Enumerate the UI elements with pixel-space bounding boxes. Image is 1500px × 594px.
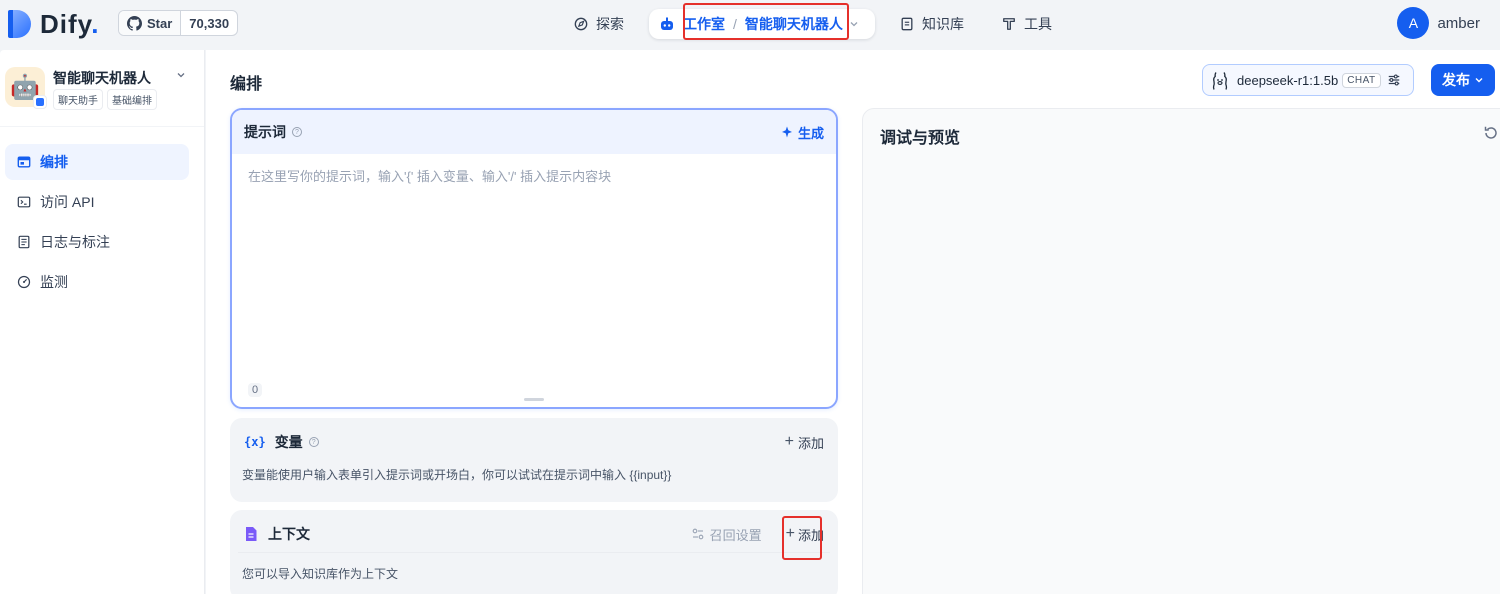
variables-description: 变量能使用户输入表单引入提示词或开场白，你可以试试在提示词中输入 {{input… xyxy=(242,468,672,482)
dashboard-icon xyxy=(17,275,31,289)
app-tag: 基础编排 xyxy=(107,89,157,110)
debug-title: 调试与预览 xyxy=(880,130,961,147)
app-name[interactable]: 智能聊天机器人 xyxy=(53,68,151,88)
sidebar-item-orchestrate[interactable]: 编排 xyxy=(5,144,189,180)
nav-explore-label: 探索 xyxy=(596,16,624,32)
sidebar-divider xyxy=(0,126,204,127)
sparkle-icon xyxy=(781,126,792,138)
dify-logo-icon xyxy=(8,10,32,38)
sidebar-item-label: 访问 API xyxy=(40,194,95,210)
github-star-button[interactable]: Star 70,330 xyxy=(118,10,239,36)
github-star-count: 70,330 xyxy=(189,15,230,31)
prompt-header: 提示词 ? 生成 xyxy=(232,110,836,154)
chevron-down-icon[interactable] xyxy=(176,70,186,80)
chat-app-badge-icon xyxy=(33,95,47,109)
generate-label: 生成 xyxy=(797,125,824,141)
sidebar: 🤖 智能聊天机器人 聊天助手 基础编排 编排 访问 API 日志与标注 监测 xyxy=(0,50,205,594)
layout-icon xyxy=(17,156,31,168)
robot-icon xyxy=(661,17,673,30)
plus-icon: + xyxy=(784,433,794,450)
sidebar-item-label: 日志与标注 xyxy=(40,234,110,250)
avatar: A xyxy=(1397,7,1430,39)
app-tag: 聊天助手 xyxy=(53,89,103,110)
user-name: amber xyxy=(1437,14,1480,32)
context-description: 您可以导入知识库作为上下文 xyxy=(242,567,399,581)
add-variable-button[interactable]: + 添加 xyxy=(785,433,824,452)
file-list-icon xyxy=(18,235,30,249)
publish-button[interactable]: 发布 xyxy=(1431,64,1495,96)
resize-handle[interactable] xyxy=(524,398,544,401)
app-tags: 聊天助手 基础编排 xyxy=(53,89,161,110)
sidebar-item-monitor[interactable]: 监测 xyxy=(5,264,189,300)
tool-icon xyxy=(1003,18,1015,30)
model-name: deepseek-r1:1.5b xyxy=(1237,72,1339,88)
highlight-box-add-context xyxy=(782,516,822,560)
top-nav-bar: Dify. Star 70,330 探索 工作室 / 智能聊天机器人 知识库 工… xyxy=(0,0,1500,48)
variables-title: 变量 xyxy=(274,434,303,450)
nav-tools[interactable]: 工具 xyxy=(992,9,1062,39)
add-variable-label: 添加 xyxy=(797,435,824,451)
prompt-placeholder: 在这里写你的提示词，输入'{' 插入变量、输入'/' 插入提示内容块 xyxy=(248,169,612,184)
dify-logo[interactable]: Dify. xyxy=(8,8,99,40)
variables-card: {x} 变量 ? + 添加 变量能使用户输入表单引入提示词或开场白，你可以试试在… xyxy=(230,418,838,502)
page-title: 编排 xyxy=(230,76,263,93)
brand-dot: . xyxy=(91,8,100,39)
prompt-textarea[interactable]: 在这里写你的提示词，输入'{' 插入变量、输入'/' 插入提示内容块 0 xyxy=(232,154,836,407)
settings-toggle-icon xyxy=(692,528,703,540)
generate-button[interactable]: 生成 xyxy=(781,123,824,142)
user-menu[interactable]: A amber xyxy=(1397,7,1480,39)
sidebar-item-label: 监测 xyxy=(40,274,68,290)
nav-knowledge-label: 知识库 xyxy=(922,16,964,32)
sidebar-item-label: 编排 xyxy=(40,154,68,170)
document-icon xyxy=(246,527,257,541)
sidebar-menu: 编排 访问 API 日志与标注 监测 xyxy=(5,144,189,304)
refresh-icon[interactable] xyxy=(1483,125,1499,141)
sidebar-item-logs[interactable]: 日志与标注 xyxy=(5,224,189,260)
variable-icon: {x} xyxy=(244,435,266,449)
nav-tools-label: 工具 xyxy=(1024,16,1052,32)
prompt-editor-card: 提示词 ? 生成 在这里写你的提示词，输入'{' 插入变量、输入'/' 插入提示… xyxy=(230,108,838,409)
chevron-down-icon xyxy=(1475,78,1483,83)
nav-explore[interactable]: 探索 xyxy=(564,9,634,39)
highlight-box-breadcrumb xyxy=(683,3,849,40)
github-star-label: Star xyxy=(147,15,173,31)
debug-preview-panel: 调试与预览 xyxy=(862,108,1500,594)
char-counter: 0 xyxy=(248,383,263,397)
book-icon xyxy=(901,17,913,31)
publish-label: 发布 xyxy=(1442,72,1470,88)
main-content: 编排 deepseek-r1:1.5b CHAT 发布 提示词 ? 生成 在这里… xyxy=(206,50,1500,594)
help-icon[interactable]: ? xyxy=(292,127,302,137)
help-icon[interactable]: ? xyxy=(308,437,319,447)
model-selector-button[interactable]: deepseek-r1:1.5b CHAT xyxy=(1202,64,1414,96)
model-mode-badge: CHAT xyxy=(1342,72,1381,88)
sidebar-item-api[interactable]: 访问 API xyxy=(5,184,189,220)
sliders-icon xyxy=(1388,74,1399,86)
chevron-down-icon[interactable] xyxy=(849,19,859,29)
llama-icon xyxy=(1212,72,1228,90)
recall-settings-label: 召回设置 xyxy=(709,527,762,543)
brand-name: Dify xyxy=(40,8,92,39)
prompt-title: 提示词 xyxy=(244,124,286,140)
compass-icon xyxy=(574,17,588,31)
context-title: 上下文 xyxy=(268,526,310,542)
github-icon xyxy=(127,15,142,31)
context-card: 上下文 召回设置 + 添加 您可以导入知识库作为上下文 xyxy=(230,510,838,594)
terminal-icon xyxy=(17,196,31,208)
recall-settings-button[interactable]: 召回设置 xyxy=(692,525,762,544)
nav-knowledge[interactable]: 知识库 xyxy=(890,9,974,39)
